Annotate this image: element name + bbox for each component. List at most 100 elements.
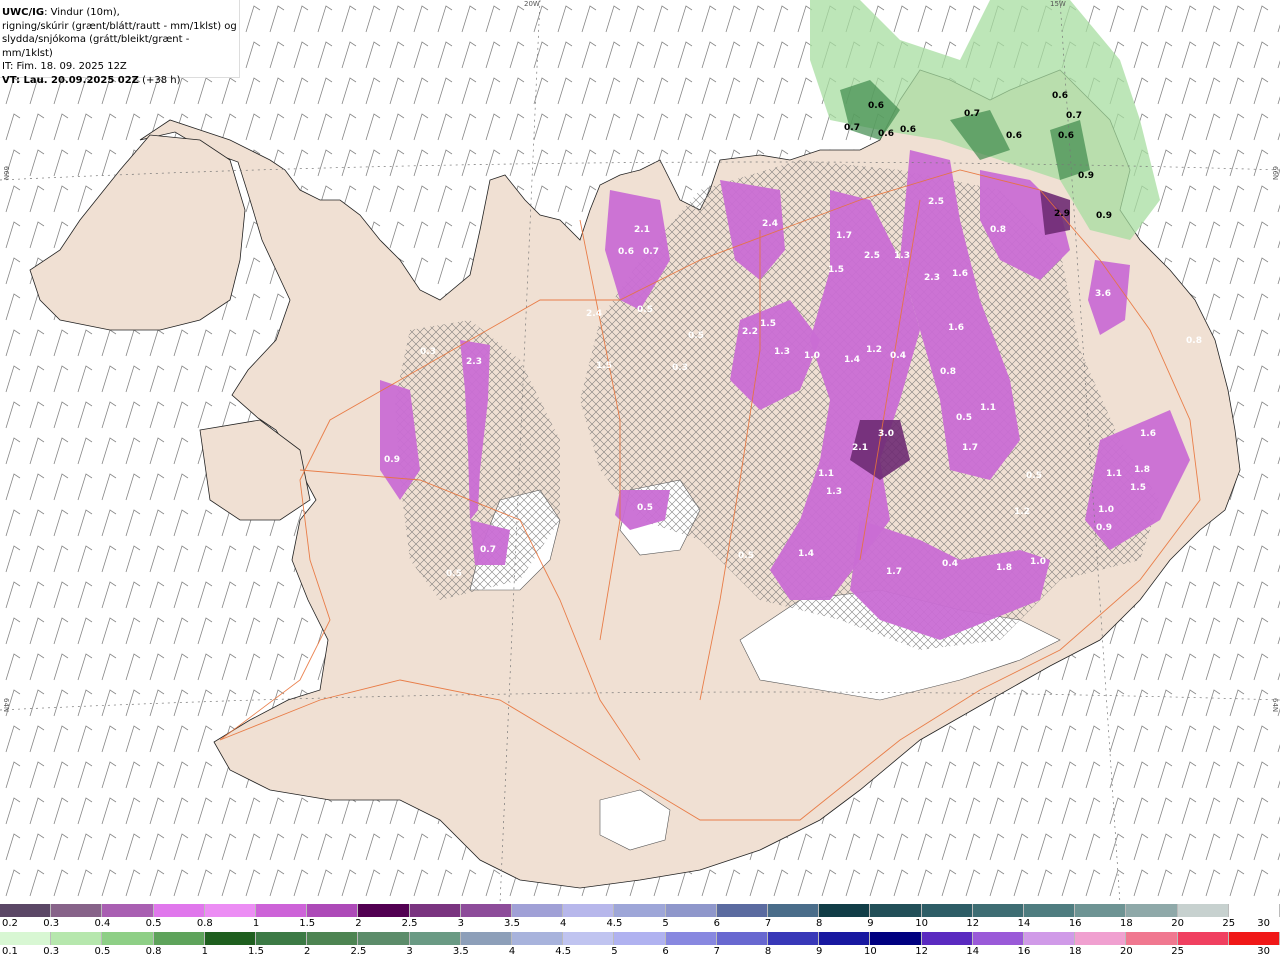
legend-swatch — [358, 904, 410, 917]
model-name: UWC/IG — [2, 7, 45, 18]
legend-swatch — [768, 932, 820, 945]
legend-tick-label: 20 — [1120, 946, 1133, 957]
legend-swatch — [819, 904, 871, 917]
legend-tick-label: 14 — [1017, 918, 1031, 929]
header-valid-time: VT: Lau. 20.09.2025 02Z — [2, 74, 139, 86]
legend-tick-label: 16 — [1068, 918, 1082, 929]
legend-swatch — [204, 904, 257, 917]
legend-tick-label: 20 — [1171, 918, 1184, 929]
lat-label-64n-right: 64N — [1271, 698, 1279, 713]
legend-tick-label: 16 — [1017, 946, 1031, 957]
legend-tick-label: 0.5 — [145, 918, 162, 929]
legend-tick-label: 3.5 — [504, 918, 520, 929]
legend-swatch — [870, 932, 922, 945]
legend-swatch — [1228, 932, 1280, 945]
legend-swatch — [153, 904, 205, 917]
legend-tick-label: 25 — [1171, 946, 1184, 957]
lat-label-66n-right: 66N — [1271, 166, 1279, 181]
legend-swatch — [512, 932, 564, 945]
legend-swatch — [51, 904, 103, 917]
legend-tick-label: 3.5 — [452, 946, 469, 957]
legend-tick-label: 2.5 — [350, 946, 367, 957]
legend-swatch — [51, 932, 103, 945]
header-line2: rigning/skúrir (grænt/blátt/rautt - mm/1… — [2, 20, 237, 32]
legend-tick-label: 4.5 — [555, 946, 572, 957]
legend-tick-label: 25 — [1222, 918, 1236, 929]
legend-tick-label: 0.8 — [196, 918, 213, 929]
legend-tick-label: 2.5 — [401, 918, 418, 929]
legend-tick-label: 12 — [915, 946, 928, 957]
legend-snow-colorbar — [0, 904, 1280, 917]
legend-swatch — [409, 904, 461, 917]
legend-tick-label: 2 — [355, 918, 362, 929]
legend-swatch — [819, 932, 871, 945]
map-header: UWC/IG: Vindur (10m), rigning/skúrir (gr… — [0, 0, 240, 86]
legend-swatch — [1024, 932, 1076, 945]
legend-tick-label: 0.3 — [43, 946, 60, 957]
legend-tick-label: 30 — [1257, 946, 1270, 957]
legend-swatch — [921, 904, 973, 917]
legend-swatch — [1177, 904, 1229, 917]
legend-tick-label: 18 — [1068, 946, 1082, 957]
legend-swatch — [1177, 932, 1229, 945]
legend-tick-label: 0.2 — [2, 918, 18, 929]
legend-tick-label: 0.4 — [94, 918, 111, 929]
lat-label-64n-left: 64N — [2, 698, 10, 713]
legend-swatch — [460, 932, 513, 945]
legend-swatch — [972, 932, 1025, 945]
legend-tick-label: 30 — [1257, 918, 1270, 929]
legend-tick-label: 1 — [201, 946, 208, 957]
header-line1: : Vindur (10m), — [44, 7, 120, 18]
legend-tick-label: 7 — [764, 918, 772, 929]
legend-swatch — [204, 932, 257, 945]
legend-tick-label: 1.5 — [248, 946, 264, 957]
legend-tick-label: 4 — [560, 918, 567, 929]
legend-tick-label: 5 — [611, 946, 618, 957]
lat-label-66n-left: 66N — [2, 166, 10, 181]
legend-swatch — [614, 932, 666, 945]
legend-tick-label: 2 — [304, 946, 311, 957]
legend-swatch — [358, 932, 410, 945]
lon-label-20w: 20W — [524, 0, 540, 8]
legend-swatch — [1024, 904, 1076, 917]
legend-swatch — [921, 932, 973, 945]
legend-snow-labels: 0.2 0.3 0.4 0.5 0.8 1 1.5 2 2.5 3 3.5 4 4.5 5 6 7 8 9 10 12… — [0, 918, 1280, 930]
legend-tick-label: 14 — [966, 946, 980, 957]
legend-rain-labels: 0.1 0.3 0.5 0.8 1 1.5 2 2.5 3 3.5 4 4.5 5 6 7 8 9 10 12 14 1… — [0, 946, 1280, 958]
legend-swatch — [307, 932, 359, 945]
legend-swatch — [563, 932, 615, 945]
legend-swatch — [512, 904, 564, 917]
legend-swatch — [972, 904, 1025, 917]
legend-swatch — [0, 904, 52, 917]
legend-swatch — [1228, 904, 1280, 917]
legend-swatch — [409, 932, 461, 945]
legend-tick-label: 12 — [966, 918, 980, 929]
legend-tick-label: 3 — [406, 946, 413, 957]
legend-tick-label: 0.3 — [43, 918, 60, 929]
legend-swatch — [563, 904, 615, 917]
lon-label-15w: 15W — [1050, 0, 1066, 8]
header-init-time: IT: Fim. 18. 09. 2025 12Z — [2, 61, 127, 72]
legend-swatch — [1075, 932, 1127, 945]
legend-tick-label: 8 — [764, 946, 772, 957]
legend-tick-label: 4.5 — [606, 918, 623, 929]
legend-tick-label: 0.8 — [145, 946, 162, 957]
legend-tick-label: 10 — [864, 946, 877, 957]
legend-swatch — [153, 932, 205, 945]
legend-swatch — [460, 904, 513, 917]
legend-rain-colorbar — [0, 932, 1280, 945]
legend-tick-label: 0.5 — [94, 946, 111, 957]
legend-swatch — [716, 932, 769, 945]
legend-swatch — [256, 904, 308, 917]
legend-swatch — [665, 904, 717, 917]
legend-swatch — [1126, 904, 1178, 917]
legend-swatch — [0, 932, 52, 945]
header-line3: slydda/snjókoma (grátt/bleikt/grænt - mm… — [2, 34, 190, 59]
legend-swatch — [665, 932, 717, 945]
legend-swatch — [256, 932, 308, 945]
legend-tick-label: 1.5 — [299, 918, 316, 929]
legend-swatch — [716, 904, 769, 917]
legend-tick-label: 9 — [816, 946, 823, 957]
legend-tick-label: 8 — [816, 918, 823, 929]
legend-tick-label: 6 — [662, 946, 669, 957]
